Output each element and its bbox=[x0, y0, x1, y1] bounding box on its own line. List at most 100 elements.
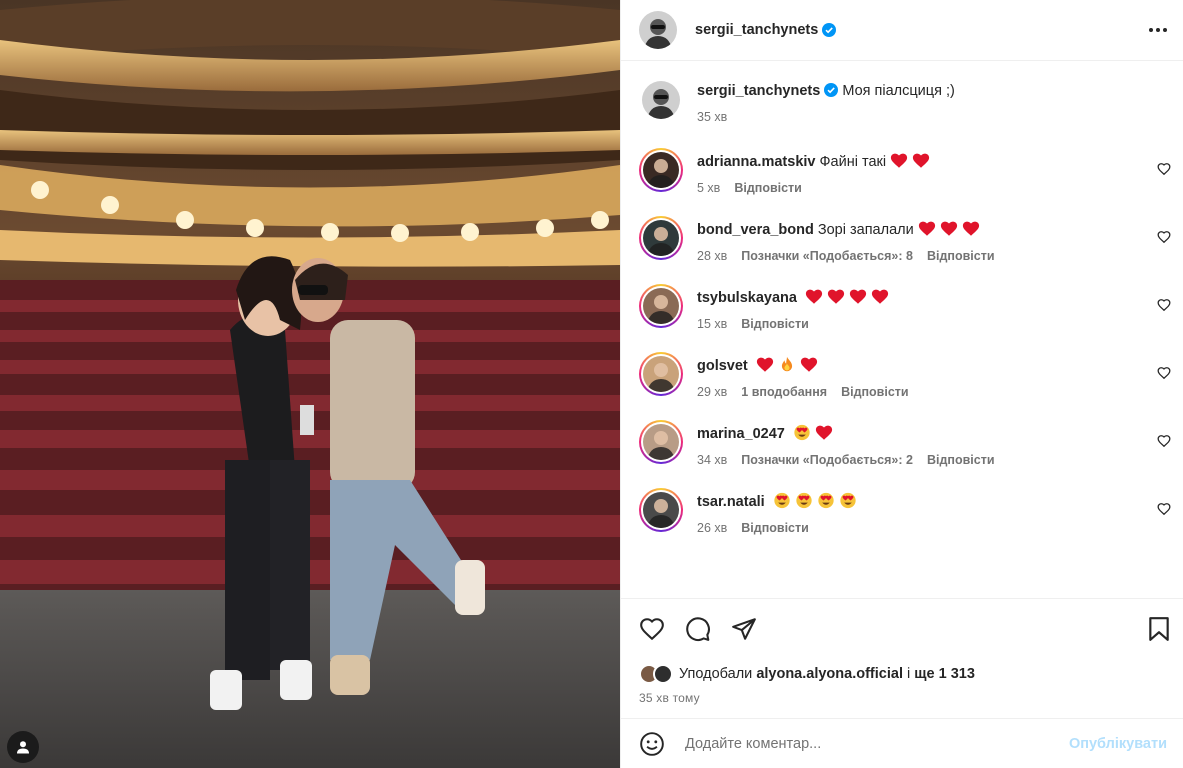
comment-time: 5 хв bbox=[697, 181, 721, 195]
story-ring[interactable] bbox=[639, 148, 683, 192]
comment-row: marina_0247 34 хв Позначки «Подобається»:… bbox=[639, 420, 1173, 467]
caption: sergii_tanchynets Моя піалсциця ;) 35 хв bbox=[639, 78, 1173, 124]
likes-user[interactable]: alyona.alyona.official bbox=[756, 666, 903, 682]
comment-text: Зорі запалали bbox=[817, 222, 914, 238]
comment-username[interactable]: tsar.natali bbox=[697, 494, 765, 510]
comment-likes-count[interactable]: Позначки «Подобається»: 8 bbox=[741, 249, 913, 263]
reply-button[interactable]: Відповісти bbox=[741, 521, 809, 535]
red-heart-emoji-icon bbox=[871, 289, 889, 304]
comment-likes-count[interactable]: 1 вподобання bbox=[741, 385, 827, 399]
comment-text: Файні такі bbox=[819, 154, 887, 170]
comment-username[interactable]: marina_0247 bbox=[697, 426, 785, 442]
post-photo[interactable] bbox=[0, 0, 620, 768]
fire-emoji-icon bbox=[781, 356, 792, 372]
comment-bubble-icon[interactable] bbox=[685, 616, 711, 642]
comment-time: 29 хв bbox=[697, 385, 728, 399]
comment-username[interactable]: adrianna.matskiv bbox=[697, 154, 815, 170]
more-dot-icon bbox=[1156, 28, 1160, 32]
author-avatar[interactable] bbox=[639, 11, 677, 49]
red-heart-emoji-icon bbox=[756, 357, 773, 372]
comments-list[interactable]: sergii_tanchynets Моя піалсциця ;) 35 хв… bbox=[621, 61, 1183, 598]
emoji-smiley-icon[interactable] bbox=[639, 731, 665, 757]
comment-like-heart-icon[interactable] bbox=[1157, 298, 1171, 312]
comment-username[interactable]: golsvet bbox=[697, 358, 748, 374]
commenter-avatar[interactable] bbox=[643, 356, 679, 392]
heart-eyes-emoji-icon bbox=[818, 492, 834, 509]
red-heart-emoji-icon bbox=[940, 221, 957, 236]
caption-username[interactable]: sergii_tanchynets bbox=[697, 83, 820, 99]
author-avatar[interactable] bbox=[642, 81, 680, 119]
comment-input[interactable] bbox=[685, 735, 1069, 752]
heart-eyes-emoji-icon bbox=[796, 492, 812, 509]
heart-eyes-emoji-icon bbox=[774, 492, 790, 509]
more-options-button[interactable] bbox=[1149, 22, 1167, 38]
likes-prefix: Уподобали bbox=[679, 666, 753, 682]
commenter-avatar[interactable] bbox=[643, 220, 679, 256]
red-heart-emoji-icon bbox=[800, 357, 817, 372]
verified-badge-icon bbox=[822, 23, 837, 37]
comment-row: tsybulskayana 15 хв Відповісти bbox=[639, 284, 1173, 331]
tagged-users-button[interactable] bbox=[7, 731, 39, 763]
commenter-avatar[interactable] bbox=[643, 424, 679, 460]
post-time-ago: 35 хв тому bbox=[639, 691, 700, 705]
like-heart-icon[interactable] bbox=[639, 616, 665, 642]
commenter-avatar[interactable] bbox=[643, 492, 679, 528]
comment-time: 15 хв bbox=[697, 317, 728, 331]
commenter-avatar[interactable] bbox=[643, 152, 679, 188]
verified-badge-icon bbox=[824, 83, 839, 97]
reply-button[interactable]: Відповісти bbox=[927, 453, 995, 467]
comment-time: 28 хв bbox=[697, 249, 728, 263]
post-header: sergii_tanchynets bbox=[621, 0, 1183, 61]
comment-time: 34 хв bbox=[697, 453, 728, 467]
comment-like-heart-icon[interactable] bbox=[1157, 502, 1171, 516]
publish-button[interactable]: Опублікувати bbox=[1069, 736, 1167, 752]
post-side-panel: sergii_tanchynets sergii_tanchynets Моя … bbox=[620, 0, 1183, 768]
reply-button[interactable]: Відповісти bbox=[734, 181, 802, 195]
heart-eyes-emoji-icon bbox=[840, 492, 856, 509]
red-heart-emoji-icon bbox=[912, 153, 930, 168]
comment-row: golsvet 29 хв 1 вподобання Відповісти bbox=[639, 352, 1173, 399]
red-heart-emoji-icon bbox=[890, 153, 908, 168]
story-ring[interactable] bbox=[639, 284, 683, 328]
add-comment-bar: Опублікувати bbox=[621, 718, 1183, 768]
author-username[interactable]: sergii_tanchynets bbox=[695, 22, 818, 38]
likes-summary[interactable]: Уподобали alyona.alyona.official і ще 1 … bbox=[639, 664, 1171, 684]
share-paper-plane-icon[interactable] bbox=[731, 616, 757, 642]
comment-username[interactable]: bond_vera_bond bbox=[697, 222, 814, 238]
red-heart-emoji-icon bbox=[918, 221, 935, 236]
caption-time: 35 хв bbox=[697, 110, 728, 124]
red-heart-emoji-icon bbox=[815, 425, 833, 440]
red-heart-emoji-icon bbox=[962, 221, 979, 236]
comment-time: 26 хв bbox=[697, 521, 728, 535]
story-ring[interactable] bbox=[639, 352, 683, 396]
comment-likes-count[interactable]: Позначки «Подобається»: 2 bbox=[741, 453, 913, 467]
comment-row: bond_vera_bond Зорі запалали 28 хв Позначк… bbox=[639, 216, 1173, 263]
reply-button[interactable]: Відповісти bbox=[927, 249, 995, 263]
red-heart-emoji-icon bbox=[805, 289, 823, 304]
comment-like-heart-icon[interactable] bbox=[1157, 366, 1171, 380]
liker-avatar bbox=[653, 664, 673, 684]
comment-like-heart-icon[interactable] bbox=[1157, 230, 1171, 244]
reply-button[interactable]: Відповісти bbox=[841, 385, 909, 399]
more-dot-icon bbox=[1163, 28, 1167, 32]
comment-row: adrianna.matskiv Файні такі 5 хв Відповіст… bbox=[639, 148, 1173, 195]
liker-avatars bbox=[639, 664, 673, 684]
likes-rest[interactable]: ще 1 313 bbox=[914, 666, 975, 682]
user-icon bbox=[17, 741, 29, 754]
commenter-avatar[interactable] bbox=[643, 288, 679, 324]
story-ring[interactable] bbox=[639, 420, 683, 464]
save-bookmark-icon[interactable] bbox=[1147, 616, 1171, 642]
post-actions: Уподобали alyona.alyona.official і ще 1 … bbox=[621, 598, 1183, 718]
story-ring[interactable] bbox=[639, 216, 683, 260]
comment-row: tsar.natali 26 хв Відповісти bbox=[639, 488, 1173, 535]
reply-button[interactable]: Відповісти bbox=[741, 317, 809, 331]
likes-middle: і bbox=[907, 666, 911, 682]
theater-photo-illustration bbox=[0, 0, 620, 768]
post-viewer: sergii_tanchynets sergii_tanchynets Моя … bbox=[0, 0, 1183, 768]
comment-like-heart-icon[interactable] bbox=[1157, 434, 1171, 448]
heart-eyes-emoji-icon bbox=[794, 424, 810, 441]
caption-avatar-wrap bbox=[639, 78, 683, 122]
comment-like-heart-icon[interactable] bbox=[1157, 162, 1171, 176]
comment-username[interactable]: tsybulskayana bbox=[697, 290, 797, 306]
story-ring[interactable] bbox=[639, 488, 683, 532]
